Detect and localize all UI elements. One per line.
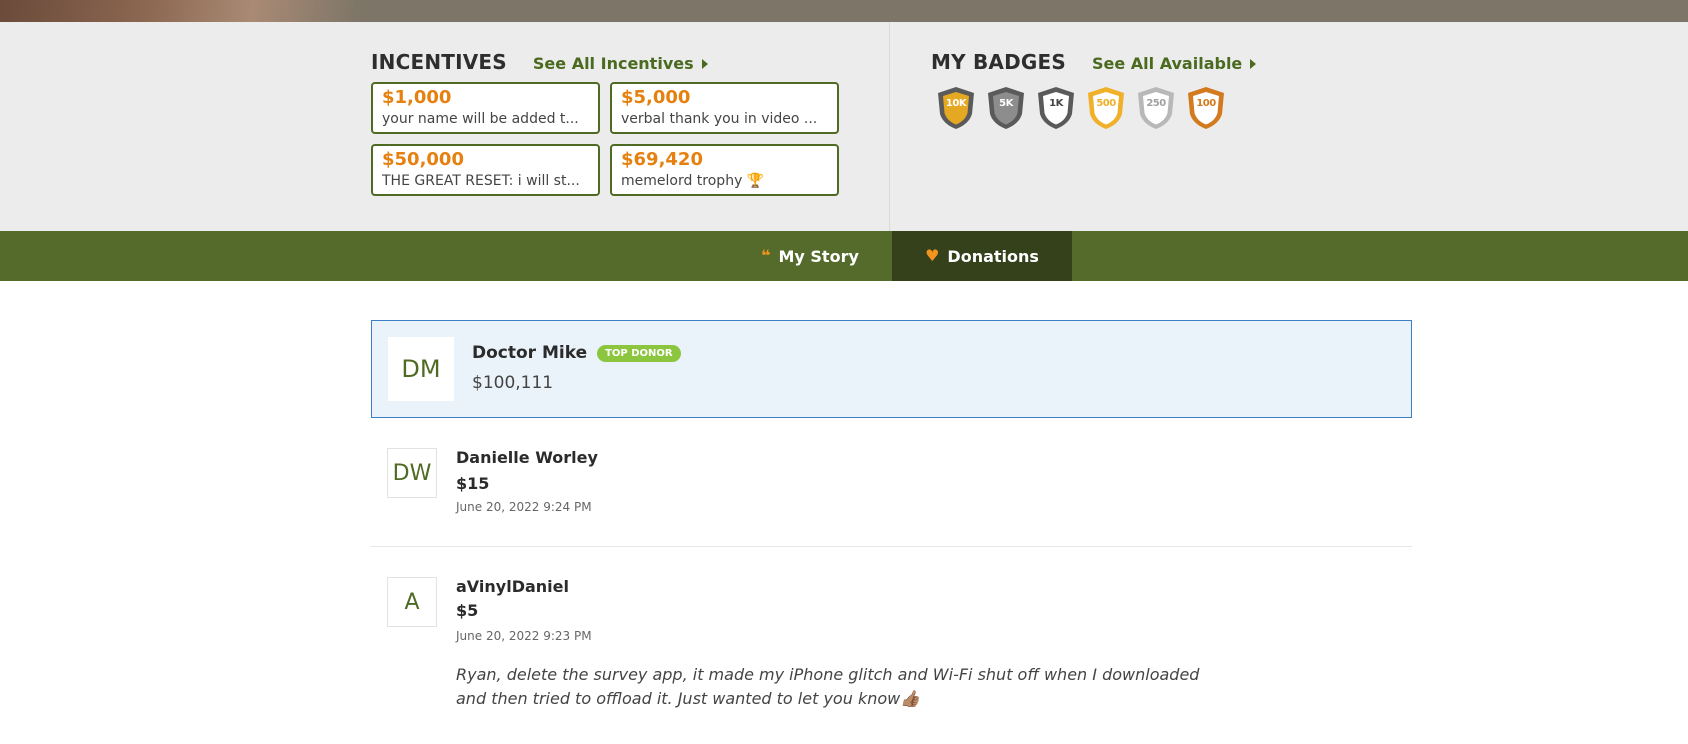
incentive-description: memelord trophy 🏆 bbox=[621, 173, 765, 189]
donation-date: June 20, 2022 9:23 PM bbox=[456, 629, 592, 643]
top-donor-card: DM Doctor Mike TOP DONOR $100,111 bbox=[371, 320, 1412, 418]
donation-message: Ryan, delete the survey app, it made my … bbox=[456, 665, 1200, 708]
badges-title: MY BADGES bbox=[931, 50, 1066, 74]
badge-label: 250 bbox=[1146, 98, 1166, 109]
panel-divider bbox=[889, 22, 890, 231]
info-panel bbox=[0, 22, 1688, 231]
tab-label: Donations bbox=[947, 246, 1039, 266]
badge-shield-icon[interactable]: 500 bbox=[1086, 86, 1126, 130]
donation-item: DW Danielle Worley $15 June 20, 2022 9:2… bbox=[371, 448, 1412, 538]
incentive-card[interactable]: $50,000 THE GREAT RESET: i will st... bbox=[371, 144, 600, 196]
avatar: DW bbox=[387, 448, 437, 498]
donation-date: June 20, 2022 9:24 PM bbox=[456, 500, 592, 514]
tab-donations[interactable]: ♥ Donations bbox=[892, 231, 1072, 281]
badge-shield-icon[interactable]: 100 bbox=[1186, 86, 1226, 130]
incentive-card[interactable]: $1,000 your name will be added t... bbox=[371, 82, 600, 134]
see-all-badges-link[interactable]: See All Available bbox=[1092, 54, 1257, 73]
incentive-card[interactable]: $69,420 memelord trophy 🏆 bbox=[610, 144, 839, 196]
donor-name: aVinylDaniel bbox=[456, 577, 569, 596]
incentive-description: your name will be added t... bbox=[382, 111, 579, 127]
caret-right-icon bbox=[701, 58, 708, 69]
incentive-amount: $50,000 bbox=[382, 149, 464, 170]
badges-row: 10K 5K 1K 500 250 100 bbox=[936, 86, 1226, 130]
incentive-card[interactable]: $5,000 verbal thank you in video ... bbox=[610, 82, 839, 134]
donor-name: Danielle Worley bbox=[456, 448, 598, 467]
donation-amount: $100,111 bbox=[472, 373, 554, 393]
tab-bar: ❝ My Story ♥ Donations bbox=[0, 231, 1688, 281]
see-all-badges-label[interactable]: See All Available bbox=[1092, 54, 1242, 73]
hero-image bbox=[0, 0, 360, 22]
incentive-description: verbal thank you in video ... bbox=[621, 111, 818, 127]
badge-label: 500 bbox=[1096, 98, 1116, 109]
incentives-grid: $1,000 your name will be added t... $5,0… bbox=[371, 82, 841, 196]
tab-my-story[interactable]: ❝ My Story bbox=[730, 231, 890, 281]
top-donor-name-row: Doctor Mike TOP DONOR bbox=[472, 343, 681, 363]
badge-label: 5K bbox=[999, 98, 1013, 109]
avatar: DM bbox=[388, 337, 454, 401]
badge-label: 1K bbox=[1049, 98, 1063, 109]
badge-label: 10K bbox=[945, 98, 967, 109]
top-donor-badge: TOP DONOR bbox=[597, 344, 681, 362]
badge-shield-icon[interactable]: 1K bbox=[1036, 86, 1076, 130]
donation-item: A aVinylDaniel $5 June 20, 2022 9:23 PM … bbox=[371, 577, 1412, 717]
badges-header: MY BADGES See All Available bbox=[931, 50, 1257, 74]
caret-right-icon bbox=[1250, 58, 1257, 69]
incentives-title: INCENTIVES bbox=[371, 50, 507, 74]
incentive-amount: $1,000 bbox=[382, 87, 452, 108]
incentive-amount: $5,000 bbox=[621, 87, 691, 108]
donation-amount: $15 bbox=[456, 474, 490, 493]
badge-shield-icon[interactable]: 5K bbox=[986, 86, 1026, 130]
tab-label: My Story bbox=[778, 246, 859, 266]
donation-amount: $5 bbox=[456, 601, 479, 620]
incentives-header: INCENTIVES See All Incentives bbox=[371, 50, 708, 74]
see-all-incentives-label[interactable]: See All Incentives bbox=[533, 54, 694, 73]
donor-name: Doctor Mike bbox=[472, 343, 588, 363]
list-divider bbox=[371, 546, 1412, 547]
see-all-incentives-link[interactable]: See All Incentives bbox=[533, 54, 708, 73]
heart-icon: ♥ bbox=[925, 246, 940, 265]
hero-banner bbox=[0, 0, 1688, 22]
quote-icon: ❝ bbox=[761, 246, 771, 265]
badge-shield-icon[interactable]: 10K bbox=[936, 86, 976, 130]
badge-shield-icon[interactable]: 250 bbox=[1136, 86, 1176, 130]
badge-label: 100 bbox=[1196, 98, 1216, 109]
avatar: A bbox=[387, 577, 437, 627]
incentive-amount: $69,420 bbox=[621, 149, 703, 170]
incentive-description: THE GREAT RESET: i will st... bbox=[382, 173, 580, 189]
